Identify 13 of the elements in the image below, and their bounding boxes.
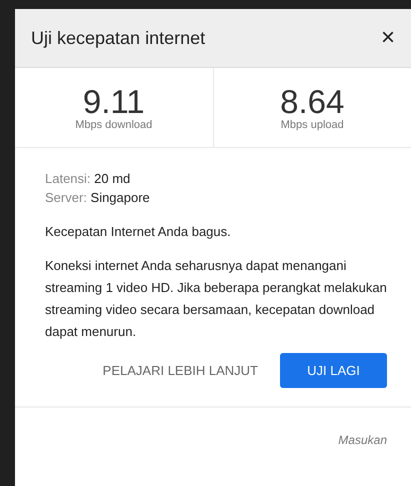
learn-more-button[interactable]: PELAJARI LEBIH LANJUT	[102, 363, 258, 378]
speed-value: 8.64	[280, 84, 344, 118]
dialog-title: Uji kecepatan internet	[31, 28, 206, 48]
close-button[interactable]: ×	[376, 24, 399, 52]
speed-unit: Mbps download	[75, 118, 152, 130]
retest-button[interactable]: UJI LAGI	[280, 353, 387, 388]
summary-text: Kecepatan Internet Anda bagus.	[45, 223, 232, 241]
description-text: Koneksi internet Anda seharusnya dapat menangani streaming 1 video HD. Jika beberapa perangkat melakukan streaming video secara bersamaan, kecepatan download dapat menurun.	[45, 257, 387, 341]
feedback-link[interactable]: Masukan	[338, 433, 387, 447]
detail-line: Latensi: 20 md	[45, 170, 132, 188]
detail-line: Server: Singapore	[45, 189, 151, 207]
speed-value: 9.11	[82, 84, 145, 118]
speed-unit: Mbps upload	[280, 118, 344, 130]
